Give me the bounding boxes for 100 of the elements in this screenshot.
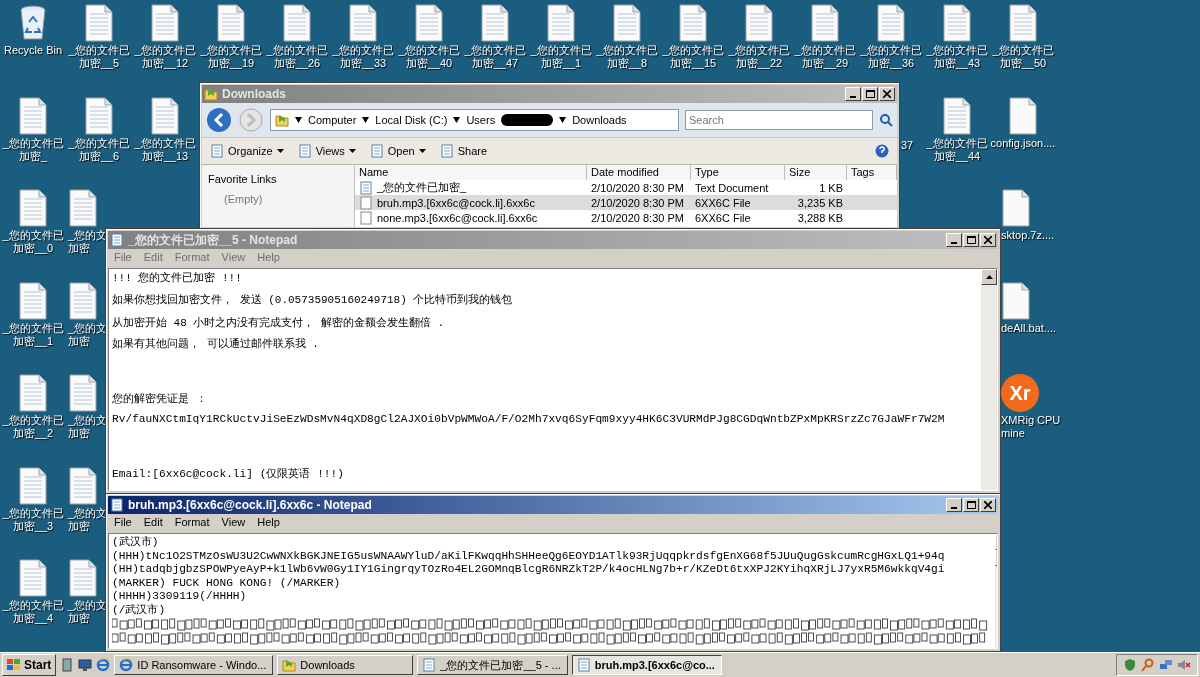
desktop-icon-label[interactable]: XMRig CPU mine	[1001, 414, 1061, 440]
desktop-icon-label[interactable]: _您的文件已 加密__50	[992, 44, 1054, 70]
menu-item[interactable]: Format	[174, 516, 210, 531]
taskbar-button[interactable]: bruh.mp3.[6xx6c@co...	[571, 655, 722, 675]
toolbar-button[interactable]: Open	[369, 144, 426, 158]
desktop-icon-label[interactable]: _您的文件已 加密__2	[2, 414, 64, 440]
type-cell-text: 6XX6C File	[694, 211, 752, 224]
menu-item[interactable]: View	[221, 516, 246, 531]
desktop-icon-label[interactable]: _您的文件已 加密__47	[464, 44, 526, 70]
maximize-button[interactable]	[862, 87, 878, 101]
toolbar-button[interactable]: Share	[439, 144, 488, 158]
size-cell-text: 3,288 KB	[796, 211, 844, 224]
notepad-icon	[422, 658, 437, 672]
address-bar[interactable]: Computer Local Disk (C:) Users Downloads	[270, 109, 679, 131]
minimize-button[interactable]	[946, 498, 962, 512]
desktop-icon-label[interactable]: _您的文件已 加密__44	[926, 136, 988, 163]
desktop-icon-label[interactable]: _您的文件已 加密__22	[728, 44, 790, 70]
help-icon[interactable]	[875, 144, 889, 158]
server-icon[interactable]	[60, 658, 75, 672]
column-header[interactable]: Name	[355, 165, 587, 180]
close-icon	[883, 90, 891, 98]
scroll-up-button[interactable]	[981, 269, 997, 285]
breadcrumb-item[interactable]: Local Disk (C:)	[375, 114, 448, 126]
maximize-button[interactable]	[963, 233, 979, 247]
column-header[interactable]: Date modified	[587, 165, 691, 180]
desktop-icon-label[interactable]: _您的文件已 加密__15	[662, 44, 724, 70]
desktop-icon-label[interactable]: 37	[901, 138, 914, 152]
menu-item[interactable]: Help	[257, 516, 280, 531]
breadcrumb-item[interactable]: Computer	[308, 114, 357, 126]
desktop-icon-label[interactable]: _您的文件已 加密__5	[68, 44, 130, 70]
desktop-icon-label[interactable]: _您的文件已 加密__43	[926, 44, 988, 70]
search-icon[interactable]	[879, 113, 893, 127]
text-line: 从加密开始 48 小时之内没有完成支付， 解密的金额会发生翻倍 .	[112, 316, 446, 331]
text-file-icon	[68, 281, 98, 320]
desktop-icon-label[interactable]: _您的文件已 加密_	[2, 136, 64, 163]
menu-item[interactable]: Edit	[143, 516, 163, 531]
desktop-icon-label[interactable]: _您的文件已 加密__13	[134, 136, 196, 163]
desktop-icon-label[interactable]: deAll.bat....	[1001, 321, 1057, 335]
muted-speaker-icon[interactable]	[1177, 658, 1191, 672]
menu-item[interactable]: View	[221, 251, 246, 266]
up-arrow-icon	[985, 275, 993, 279]
network-icon[interactable]	[1159, 658, 1173, 672]
taskbar-button[interactable]: _您的文件已加密__5 - ...	[417, 655, 568, 675]
desktop-icon-label[interactable]: _您的文件已 加密__6	[68, 136, 130, 163]
caret-icon	[362, 116, 370, 124]
desktop-icon-label[interactable]: _您的文件已 加密__4	[2, 599, 64, 625]
recycle-bin-icon	[18, 4, 48, 42]
magnifier-icon[interactable]	[1141, 658, 1155, 672]
toolbar-icon	[210, 144, 224, 158]
taskbar-button[interactable]: Downloads	[277, 655, 414, 675]
desktop-icon-label[interactable]: _您的文件已 加密__3	[2, 506, 64, 533]
back-button[interactable]	[206, 107, 232, 133]
date-cell-text: 2/10/2020 8:30 PM	[590, 181, 685, 194]
desktop-icon-label[interactable]: _您的文件已 加密__26	[266, 44, 328, 70]
desktop-icon-label[interactable]: _您的文件已 加密__33	[332, 44, 394, 70]
browser-icon	[119, 658, 134, 672]
toolbar-button[interactable]: Organize	[210, 144, 284, 158]
desktop-icon-label[interactable]: _您的文件已 加密__12	[134, 44, 196, 70]
desktop-icon-label[interactable]: _您的文件已 加密__8	[596, 44, 658, 70]
breadcrumb-item[interactable]: Downloads	[572, 114, 627, 126]
menu-item[interactable]: Format	[174, 251, 210, 266]
file-row[interactable]: _您的文件已加密_ 2/10/2020 8:30 PM Text Document 1 KB	[355, 180, 897, 195]
desktop-icon-label[interactable]: config.json....	[990, 136, 1056, 150]
text-line: (武汉市)	[112, 536, 160, 550]
monitor-icon[interactable]	[78, 658, 93, 672]
shield-icon[interactable]	[1123, 658, 1137, 672]
close-button[interactable]	[980, 233, 996, 247]
desktop-icon-label[interactable]: _您的文件已 加密__29	[794, 44, 856, 70]
column-header[interactable]: Tags	[847, 165, 897, 180]
desktop-icon-label[interactable]: _您的文件已 加密__1	[530, 44, 592, 70]
desktop-icon-label[interactable]: Recycle Bin	[3, 44, 63, 57]
breadcrumb-item[interactable]: Users	[466, 114, 496, 126]
minimize-button[interactable]	[946, 233, 962, 247]
desktop-icon-label[interactable]: _您的文件已 加密__0	[2, 229, 64, 255]
text-line: Rv/fauNXCtmIqY1RCkUctvJiSeEzWDsMvN4qXD8gCl2AJXOi0bVpWMWoA/F/O2Mh7xvq6SyFqm9xyy4HK6C3VURMdPJg8CGDqWntbZPxMpKRSrzZc7GJaWFr7W2M	[112, 412, 946, 427]
column-header[interactable]: Size	[785, 165, 847, 180]
column-header[interactable]: Type	[691, 165, 785, 180]
maximize-icon	[865, 90, 875, 98]
taskbar-button[interactable]: ID Ransomware - Windo...	[114, 655, 274, 675]
maximize-button[interactable]	[963, 498, 979, 512]
menu-item[interactable]: File	[114, 516, 132, 531]
text-file-icon	[216, 4, 246, 42]
toolbar-button[interactable]: Views	[297, 144, 356, 158]
desktop-icon-label[interactable]: _您的文件已 加密__40	[398, 44, 460, 70]
search-field[interactable]: Search	[685, 110, 873, 130]
menu-item[interactable]: Edit	[143, 251, 163, 266]
redaction-mark	[501, 114, 554, 126]
desktop-icon-label[interactable]: _您的文件已 加密__19	[200, 44, 262, 70]
close-button[interactable]	[879, 87, 895, 101]
minimize-button[interactable]	[845, 87, 861, 101]
file-row[interactable]: none.mp3.[6xx6c@cock.li].6xx6c 2/10/2020 8:30 PM 6XX6C File 3,288 KB	[355, 210, 897, 225]
close-button[interactable]	[980, 498, 996, 512]
text-file-icon	[18, 281, 48, 320]
file-row[interactable]: bruh.mp3.[6xx6c@cock.li].6xx6c 2/10/2020 8:30 PM 6XX6C File 3,235 KB	[355, 195, 897, 210]
menu-item[interactable]: Help	[257, 251, 280, 266]
desktop-icon-label[interactable]: sktop.7z....	[1001, 229, 1055, 242]
start-button[interactable]: Start	[2, 654, 57, 676]
desktop-icon-label[interactable]: _您的文件已 加密__1	[2, 321, 64, 348]
caret-icon	[348, 149, 356, 153]
desktop-icon-label[interactable]: _您的文件已 加密__36	[860, 44, 922, 70]
